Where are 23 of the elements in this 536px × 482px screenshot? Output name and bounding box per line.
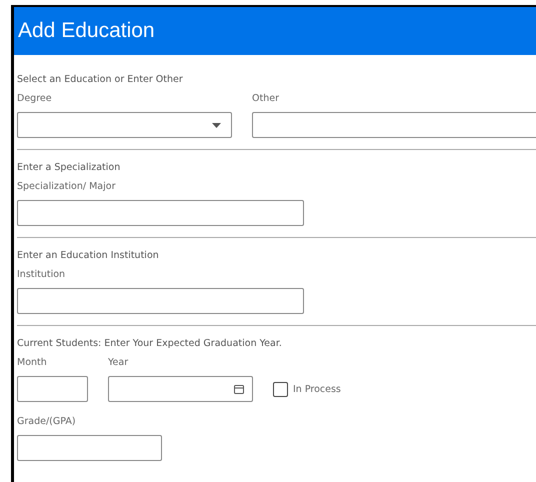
field-label: Specialization/ Major [17, 181, 116, 192]
field-label: Degree [17, 93, 53, 104]
field-label: Year [108, 357, 130, 368]
degree-dropdown[interactable] [17, 112, 232, 138]
caret-icon [212, 122, 221, 128]
input-field[interactable] [17, 376, 88, 402]
section-heading: Select an Education or Enter Other [17, 74, 184, 85]
calendar-icon [234, 384, 244, 394]
input-field[interactable] [17, 200, 304, 226]
date-field[interactable] [108, 376, 253, 402]
input-field[interactable] [17, 435, 162, 461]
section-heading: Enter a Specialization [17, 162, 122, 173]
checkbox-label: In Process [293, 384, 341, 394]
section-heading: Enter an Education Institution [17, 250, 160, 261]
field-label: Institution [17, 269, 66, 280]
field-label: Grade/(GPA) [17, 416, 77, 427]
input-field[interactable] [252, 112, 536, 138]
field-label: Month [17, 357, 48, 368]
section-heading: Current Students: Enter Your Expected Graduation Year. [17, 338, 283, 349]
checkbox[interactable] [273, 382, 288, 396]
input-field[interactable] [17, 288, 304, 314]
field-label: Other [252, 93, 280, 104]
dialog-title: Add Education [18, 19, 155, 43]
